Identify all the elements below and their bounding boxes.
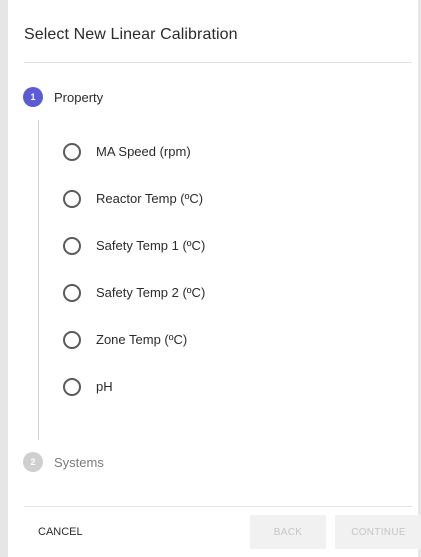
option-label: pH (96, 379, 113, 394)
step-label: Systems (54, 454, 104, 470)
radio-unchecked-icon[interactable] (63, 142, 81, 161)
step-systems: 2 Systems (23, 452, 104, 472)
option-label: Safety Temp 1 (ºC) (96, 238, 206, 253)
option-label: Safety Temp 2 (ºC) (96, 285, 206, 300)
calibration-dialog: Select New Linear Calibration 1 Property… (0, 0, 421, 557)
option-reactor-temp[interactable]: Reactor Temp (ºC) (63, 187, 205, 210)
property-options: MA Speed (rpm) Reactor Temp (ºC) Safety … (63, 140, 205, 422)
option-label: MA Speed (rpm) (96, 144, 191, 159)
option-safety-temp-1[interactable]: Safety Temp 1 (ºC) (63, 234, 205, 257)
back-button[interactable]: BACK (250, 515, 326, 549)
header-divider (24, 62, 412, 63)
stepper-connector-line (38, 120, 39, 440)
step-label: Property (54, 89, 104, 105)
radio-unchecked-icon[interactable] (63, 330, 81, 349)
radio-unchecked-icon[interactable] (63, 377, 81, 396)
option-zone-temp[interactable]: Zone Temp (ºC) (63, 328, 205, 351)
step-property: 1 Property (23, 87, 103, 107)
radio-unchecked-icon[interactable] (63, 189, 81, 208)
continue-button[interactable]: CONTINUE (335, 515, 421, 549)
step-number-badge: 2 (23, 452, 43, 472)
option-label: Zone Temp (ºC) (96, 332, 188, 347)
option-ph[interactable]: pH (63, 375, 205, 398)
option-label: Reactor Temp (ºC) (96, 191, 204, 206)
radio-unchecked-icon[interactable] (63, 236, 81, 255)
step-number-badge: 1 (23, 87, 43, 107)
cancel-button[interactable]: CANCEL (38, 526, 83, 538)
footer-divider (24, 506, 412, 507)
radio-unchecked-icon[interactable] (63, 283, 81, 302)
option-safety-temp-2[interactable]: Safety Temp 2 (ºC) (63, 281, 205, 304)
dialog-title: Select New Linear Calibration (24, 26, 238, 43)
option-ma-speed[interactable]: MA Speed (rpm) (63, 140, 205, 163)
